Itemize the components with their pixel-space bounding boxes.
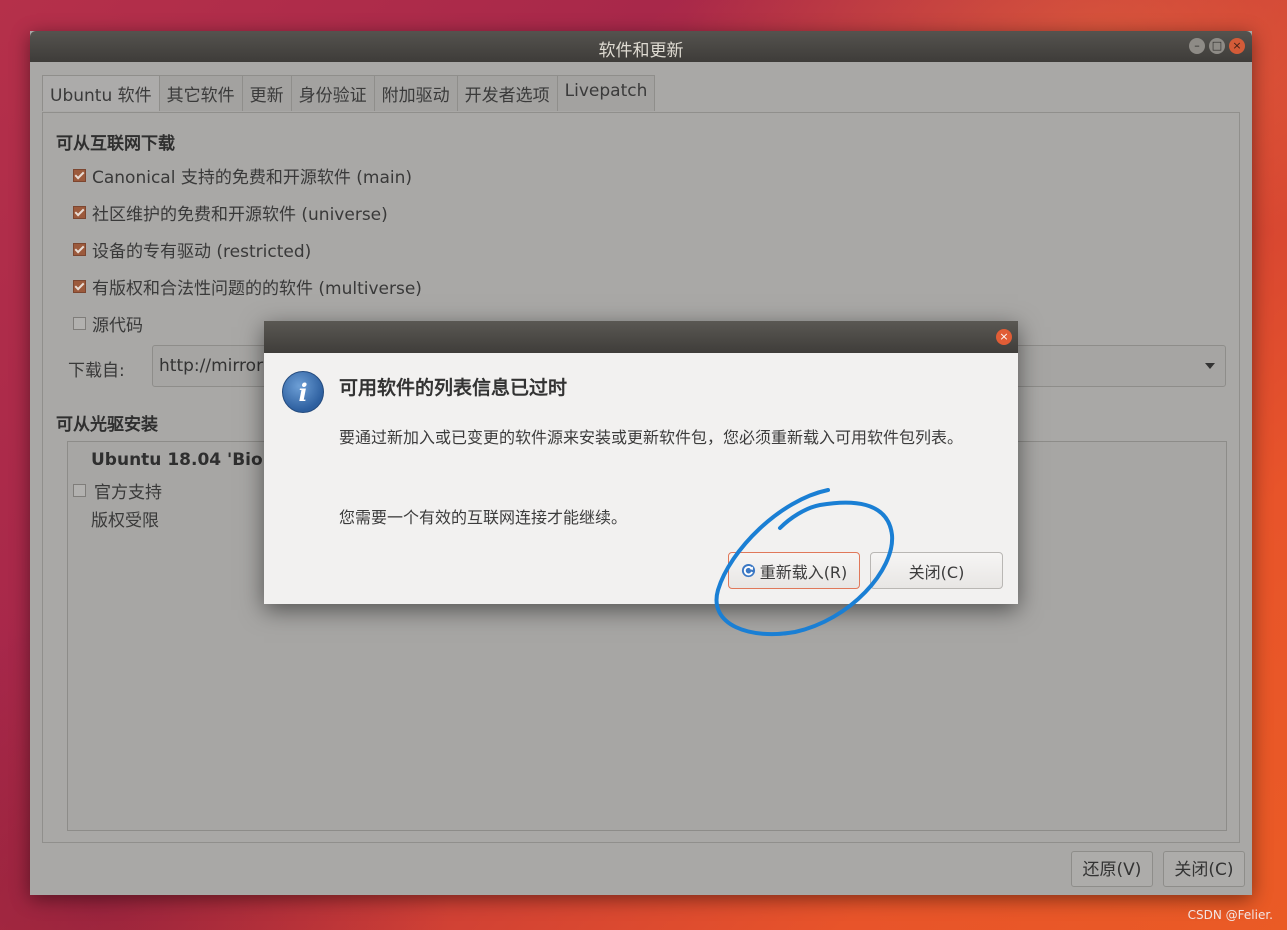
tab-authentication[interactable]: 身份验证 [291, 75, 375, 111]
source-restricted-row[interactable]: 设备的专有驱动 (restricted) [73, 237, 311, 262]
tab-livepatch[interactable]: Livepatch [557, 75, 656, 111]
cdrom-disc-title: Ubuntu 18.04 'Bionic [91, 450, 291, 470]
source-code-label: 源代码 [92, 316, 143, 336]
dialog-titlebar: × [264, 321, 1018, 353]
outdated-list-dialog: × i 可用软件的列表信息已过时 要通过新加入或已变更的软件源来安装或更新软件包… [264, 321, 1018, 604]
cdrom-official-label: 官方支持 [94, 483, 162, 503]
dialog-close-button[interactable]: 关闭(C) [870, 552, 1003, 589]
source-universe-checkbox[interactable] [73, 206, 86, 219]
source-restricted-label: 设备的专有驱动 (restricted) [92, 242, 312, 262]
download-server-value: http://mirror [159, 356, 264, 376]
reload-button-label: 重新载入(R) [759, 562, 848, 582]
source-restricted-checkbox[interactable] [73, 243, 86, 256]
source-code-checkbox[interactable] [73, 317, 86, 330]
maximize-icon[interactable]: □ [1209, 38, 1225, 54]
tab-additional-drivers[interactable]: 附加驱动 [374, 75, 458, 111]
close-icon[interactable]: × [996, 329, 1012, 345]
tab-updates[interactable]: 更新 [242, 75, 292, 111]
source-main-row[interactable]: Canonical 支持的免费和开源软件 (main) [73, 163, 412, 188]
tab-developer-options[interactable]: 开发者选项 [457, 75, 558, 111]
revert-button[interactable]: 还原(V) [1071, 851, 1153, 887]
source-universe-row[interactable]: 社区维护的免费和开源软件 (universe) [73, 200, 388, 225]
tab-bar: Ubuntu 软件 其它软件 更新 身份验证 附加驱动 开发者选项 Livepa… [42, 75, 656, 111]
watermark: CSDN @Felier. [1187, 908, 1273, 922]
cdrom-official-row[interactable]: 官方支持 [73, 478, 162, 503]
reload-button[interactable]: 重新载入(R) [728, 552, 860, 589]
dialog-message: 要通过新加入或已变更的软件源来安装或更新软件包，您必须重新载入可用软件包列表。 [339, 428, 964, 447]
source-code-row[interactable]: 源代码 [73, 311, 143, 336]
dialog-connection-note: 您需要一个有效的互联网连接才能继续。 [339, 508, 628, 527]
tab-ubuntu-software[interactable]: Ubuntu 软件 [42, 75, 160, 111]
source-main-label: Canonical 支持的免费和开源软件 (main) [92, 168, 412, 188]
cdrom-section-heading: 可从光驱安装 [56, 415, 158, 435]
window-titlebar: 软件和更新 – □ × [30, 31, 1252, 62]
info-icon: i [282, 371, 324, 413]
chevron-down-icon [1205, 363, 1215, 369]
cdrom-restricted-label: 版权受限 [91, 511, 159, 531]
source-multiverse-label: 有版权和合法性问题的的软件 (multiverse) [92, 279, 422, 299]
source-multiverse-row[interactable]: 有版权和合法性问题的的软件 (multiverse) [73, 274, 422, 299]
window-title: 软件和更新 [598, 41, 684, 61]
minimize-icon[interactable]: – [1189, 38, 1205, 54]
source-universe-label: 社区维护的免费和开源软件 (universe) [92, 205, 388, 225]
source-multiverse-checkbox[interactable] [73, 280, 86, 293]
close-window-button[interactable]: 关闭(C) [1163, 851, 1245, 887]
cdrom-official-checkbox[interactable] [73, 484, 86, 497]
internet-section-heading: 可从互联网下载 [56, 134, 175, 154]
reload-icon [741, 563, 756, 578]
close-icon[interactable]: × [1229, 38, 1245, 54]
source-main-checkbox[interactable] [73, 169, 86, 182]
dialog-title: 可用软件的列表信息已过时 [339, 377, 568, 399]
tab-other-software[interactable]: 其它软件 [159, 75, 243, 111]
download-from-label: 下载自: [68, 361, 125, 381]
